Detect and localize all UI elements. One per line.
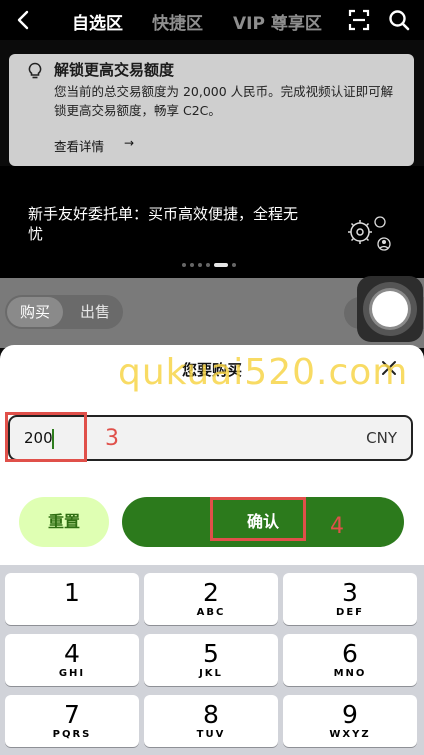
key-digit: 8 [203,700,219,729]
top-nav-bar: 自选区 快捷区 VIP 尊享区 [0,0,424,40]
view-details-link[interactable]: 查看详情 [54,136,104,155]
carousel-dot [190,263,194,267]
assistive-touch-button[interactable] [357,276,423,342]
key-2[interactable]: 2 ABC [144,573,278,625]
back-arrow-icon[interactable] [12,8,36,32]
annotation-box-amount [5,412,87,462]
carousel-dot [182,263,186,267]
annotation-box-confirm [210,497,306,541]
reset-button[interactable]: 重置 [19,497,109,547]
buy-sell-toggle: 购买 出售 [5,295,123,329]
key-letters: JKL [199,668,223,679]
scan-icon[interactable] [348,9,370,31]
tab-zixuan[interactable]: 自选区 [72,9,123,34]
arrow-right-icon: → [124,136,135,150]
lightbulb-icon [27,62,43,80]
key-8[interactable]: 8 TUV [144,695,278,747]
key-letters: MNO [333,668,367,679]
key-digit: 7 [64,700,80,729]
key-letters: ABC [196,607,226,618]
banner-slogan: 新手友好委托单：买币高效便捷，全程无忧 [28,205,299,243]
tab-kuaijie[interactable]: 快捷区 [152,9,203,34]
buy-tab[interactable]: 购买 [7,297,63,327]
notice-title: 解锁更高交易额度 [54,61,175,79]
carousel-dot-active [214,263,228,267]
key-letters: TUV [196,729,226,740]
key-letters: GHI [58,668,86,679]
carousel-indicator [182,263,240,267]
key-digit: 1 [64,578,80,607]
numeric-keypad: 1 2 ABC 3 DEF 4 GHI 5 JKL 6 MNO 7 PQRS 8 TUV 9W… [0,565,424,755]
key-1[interactable]: 1 [5,573,139,625]
limit-notice-card: 解锁更高交易额度 您当前的总交易额度为 20,000 人民币。完成视频认证即可解… [9,54,414,166]
key-letters: DEF [336,607,364,618]
key-letters: WXYZ [329,729,371,740]
watermark-text: qukuai520.com [118,352,409,393]
key-digit: 3 [342,578,358,607]
annotation-number-3: 3 [105,426,119,451]
currency-label: CNY [366,429,397,447]
key-digit: 9 [342,700,358,729]
key-9[interactable]: 9 WXYZ [283,695,417,747]
key-5[interactable]: 5 JKL [144,634,278,686]
key-digit: 6 [342,639,358,668]
tab-vip[interactable]: VIP 尊享区 [233,9,322,34]
carousel-dot [198,263,202,267]
annotation-number-4: 4 [330,514,344,539]
key-letters: PQRS [52,729,92,740]
carousel-dot [232,263,236,267]
key-digit: 5 [203,639,219,668]
search-icon[interactable] [388,9,410,31]
promo-banner[interactable]: 新手友好委托单：买币高效便捷，全程无忧 [0,166,424,278]
key-digit: 4 [64,639,80,668]
carousel-dot [206,263,210,267]
key-digit: 2 [203,578,219,607]
key-7[interactable]: 7 PQRS [5,695,139,747]
key-6[interactable]: 6 MNO [283,634,417,686]
key-4[interactable]: 4 GHI [5,634,139,686]
key-3[interactable]: 3 DEF [283,573,417,625]
sell-tab[interactable]: 出售 [67,297,123,327]
gears-illustration-icon [344,210,394,260]
notice-description: 您当前的总交易额度为 20,000 人民币。完成视频认证即可解锁更高交易额度，畅… [54,84,394,118]
